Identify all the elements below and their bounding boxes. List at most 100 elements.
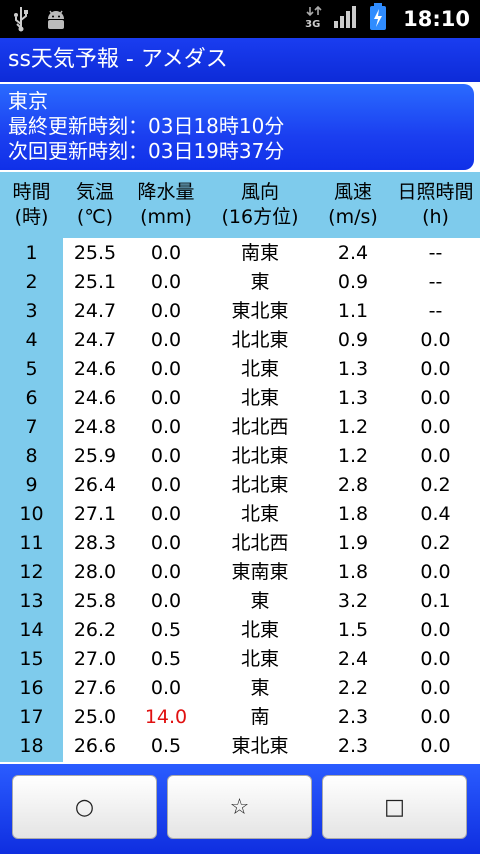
cell-wind-speed: 2.4 xyxy=(337,242,369,264)
cell-precipitation: 0.5 xyxy=(150,735,182,757)
circle-button[interactable]: ○ xyxy=(12,775,157,839)
network-type-label: 3G xyxy=(305,19,321,30)
cell-sunshine: 0.0 xyxy=(420,445,451,467)
observation-table[interactable]: 時間 (時) 気温 (℃) 降水量 (mm) 風向 (16方位) 風速 (m/s… xyxy=(0,172,480,762)
cell-hour: 7 xyxy=(25,416,38,438)
cell-precipitation: 0.0 xyxy=(150,590,182,612)
cell-wind-direction: 東南東 xyxy=(231,561,289,583)
table-row: 15 27.0 0.5 北東 2.4 0.0 xyxy=(0,645,480,674)
cell-precipitation: 0.0 xyxy=(150,677,182,699)
square-button[interactable]: □ xyxy=(322,775,467,839)
cell-sunshine: 0.2 xyxy=(420,532,451,554)
cell-wind-direction: 北東 xyxy=(240,358,279,380)
cell-temperature: 26.4 xyxy=(73,474,117,496)
cell-hour: 10 xyxy=(19,503,44,525)
cell-wind-direction: 北北東 xyxy=(231,474,289,496)
header-unit: (℃) xyxy=(76,206,114,228)
cell-temperature: 28.0 xyxy=(73,561,117,583)
cell-wind-direction: 北北西 xyxy=(231,532,289,554)
network-3g-icon: 3G xyxy=(305,5,323,33)
cell-sunshine: 0.0 xyxy=(420,677,451,699)
cell-hour: 1 xyxy=(25,242,38,264)
cell-precipitation: 0.0 xyxy=(150,416,182,438)
cell-hour: 14 xyxy=(19,619,44,641)
header-unit: (時) xyxy=(14,206,49,228)
table-row: 12 28.0 0.0 東南東 1.8 0.0 xyxy=(0,558,480,587)
cell-hour: 17 xyxy=(19,706,44,728)
cell-wind-direction: 南東 xyxy=(240,242,279,264)
header-unit: (m/s) xyxy=(328,206,378,228)
cell-hour: 9 xyxy=(25,474,38,496)
cell-wind-speed: 3.2 xyxy=(337,590,369,612)
cell-temperature: 25.0 xyxy=(73,706,117,728)
cell-sunshine: -- xyxy=(428,300,443,322)
cell-temperature: 24.6 xyxy=(73,358,117,380)
cell-temperature: 25.9 xyxy=(73,445,117,467)
cell-precipitation: 0.0 xyxy=(150,445,182,467)
cell-hour: 15 xyxy=(19,648,44,670)
cell-temperature: 26.2 xyxy=(73,619,117,641)
cell-wind-direction: 東 xyxy=(250,271,270,293)
cell-precipitation: 0.0 xyxy=(150,300,182,322)
last-update-time: 最終更新時刻：03日18時10分 xyxy=(8,114,285,138)
cell-sunshine: 0.0 xyxy=(420,387,451,409)
cell-precipitation: 0.0 xyxy=(150,242,182,264)
cell-sunshine: 0.0 xyxy=(420,416,451,438)
cell-wind-direction: 東 xyxy=(250,590,270,612)
cell-hour: 16 xyxy=(19,677,44,699)
table-row: 1 25.5 0.0 南東 2.4 -- xyxy=(0,239,480,268)
android-debug-icon xyxy=(44,7,68,35)
cell-precipitation: 14.0 xyxy=(144,706,188,728)
cell-temperature: 26.6 xyxy=(73,735,117,757)
cell-sunshine: 0.4 xyxy=(420,503,451,525)
cell-precipitation: 0.0 xyxy=(150,358,182,380)
cell-precipitation: 0.0 xyxy=(150,503,182,525)
header-unit: (h) xyxy=(422,206,449,228)
usb-icon xyxy=(12,6,30,36)
table-row: 16 27.6 0.0 東 2.2 0.0 xyxy=(0,674,480,703)
app-title-bar: ss天気予報 - アメダス xyxy=(0,38,480,82)
star-button[interactable]: ☆ xyxy=(167,775,312,839)
cell-temperature: 24.6 xyxy=(73,387,117,409)
cell-wind-direction: 北東 xyxy=(240,503,279,525)
cell-sunshine: -- xyxy=(428,242,443,264)
header-wind-speed: 風速 (m/s) xyxy=(315,180,391,230)
cell-temperature: 25.8 xyxy=(73,590,117,612)
header-label: 降水量 xyxy=(137,181,195,203)
next-update-time: 次回更新時刻：03日19時37分 xyxy=(8,139,285,163)
cell-precipitation: 0.0 xyxy=(150,474,182,496)
cell-hour: 4 xyxy=(25,329,38,351)
cell-wind-direction: 北東 xyxy=(240,387,279,409)
cell-sunshine: -- xyxy=(428,271,443,293)
cell-wind-speed: 1.3 xyxy=(337,387,369,409)
table-row: 13 25.8 0.0 東 3.2 0.1 xyxy=(0,587,480,616)
cell-precipitation: 0.0 xyxy=(150,532,182,554)
cell-temperature: 25.5 xyxy=(73,242,117,264)
cell-wind-speed: 1.3 xyxy=(337,358,369,380)
cell-precipitation: 0.5 xyxy=(150,648,182,670)
header-label: 時間 xyxy=(12,181,51,203)
table-row: 3 24.7 0.0 東北東 1.1 -- xyxy=(0,297,480,326)
cell-hour: 5 xyxy=(25,358,38,380)
table-row: 2 25.1 0.0 東 0.9 -- xyxy=(0,268,480,297)
cell-wind-direction: 東 xyxy=(250,677,270,699)
cell-sunshine: 0.0 xyxy=(420,706,451,728)
cell-sunshine: 0.0 xyxy=(420,358,451,380)
cell-temperature: 24.8 xyxy=(73,416,117,438)
cell-hour: 12 xyxy=(19,561,44,583)
cell-wind-speed: 1.9 xyxy=(337,532,369,554)
info-header: 東京 最終更新時刻：03日18時10分 次回更新時刻：03日19時37分 xyxy=(0,84,474,170)
cell-wind-direction: 東北東 xyxy=(231,300,289,322)
table-row: 5 24.6 0.0 北東 1.3 0.0 xyxy=(0,355,480,384)
cell-wind-direction: 南 xyxy=(250,706,270,728)
cell-precipitation: 0.0 xyxy=(150,561,182,583)
cell-wind-speed: 2.8 xyxy=(337,474,369,496)
cell-sunshine: 0.0 xyxy=(420,735,451,757)
cell-wind-speed: 0.9 xyxy=(337,329,369,351)
header-sunshine: 日照時間 (h) xyxy=(391,180,480,230)
header-wind-direction: 風向 (16方位) xyxy=(205,180,315,230)
signal-icon xyxy=(333,5,359,33)
cell-sunshine: 0.0 xyxy=(420,561,451,583)
cell-wind-speed: 2.4 xyxy=(337,648,369,670)
status-bar: 3G 18:10 xyxy=(0,0,480,38)
